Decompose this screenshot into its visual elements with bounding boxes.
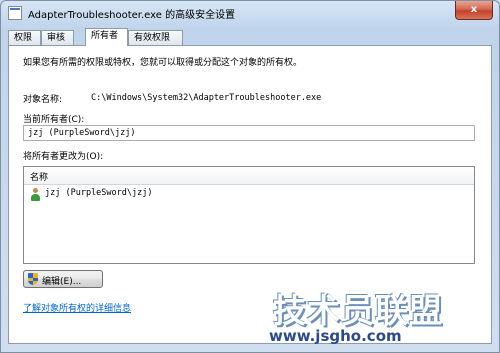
window-icon [8,6,22,20]
column-header-name[interactable]: 名称 [30,170,48,183]
edit-button-label: 编辑(E)... [42,277,82,287]
watermark-url: www.jsgho.com [269,327,402,345]
current-owner-label: 当前所有者(C): [23,115,85,125]
close-button[interactable]: x [455,1,493,20]
shield-icon [28,273,38,285]
title-bar[interactable]: AdapterTroubleshooter.exe 的高级安全设置 x [1,1,499,25]
user-icon [30,188,41,201]
learn-more-link[interactable]: 了解对象所有权的详细信息 [23,301,131,314]
intro-text: 如果您有所需的权限或特权，您就可以取得或分配这个对象的所有权。 [23,58,303,68]
tab-owner[interactable]: 所有者 [85,28,128,46]
edit-button[interactable]: 编辑(E)... [23,270,103,288]
list-header[interactable]: 名称 [24,167,474,185]
object-name-value: C:\Windows\System32\AdapterTroubleshoote… [91,93,322,103]
owner-listbox[interactable]: 名称 jzj (PurpleSword\jzj) [23,166,475,264]
tab-effective-permissions[interactable]: 有效权限 [128,30,183,45]
list-item[interactable]: jzj (PurpleSword\jzj) [28,187,468,202]
current-owner-field[interactable]: jzj (PurpleSword\jzj) [23,125,475,141]
tab-strip: 权限 审核 所有者 有效权限 [8,28,493,46]
object-name-label: 对象名称: [23,95,63,105]
tab-permissions[interactable]: 权限 [8,30,41,45]
current-owner-value: jzj (PurpleSword\jzj) [28,128,136,138]
window-title: AdapterTroubleshooter.exe 的高级安全设置 [28,10,236,21]
change-owner-label: 将所有者更改为(O): [23,152,104,162]
watermark-logo-text: 技术员联盟 [273,291,443,330]
tab-auditing[interactable]: 审核 [41,30,74,45]
security-settings-window: AdapterTroubleshooter.exe 的高级安全设置 x 权限 审… [0,0,500,353]
list-item-label: jzj (PurpleSword\jzj) [45,188,153,198]
